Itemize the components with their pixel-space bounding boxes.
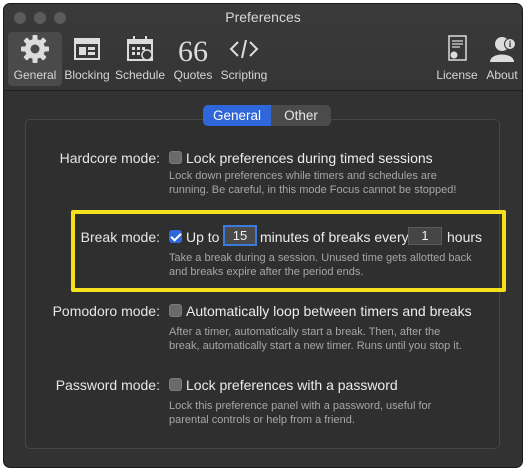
password-mode-description-line1: Lock this preference panel with a passwo… <box>169 400 432 412</box>
toolbar-label: About <box>486 68 518 82</box>
toolbar-general[interactable]: General <box>8 32 62 86</box>
toolbar-blocking[interactable]: Blocking <box>62 32 112 86</box>
toolbar-schedule[interactable]: Schedule <box>114 32 166 86</box>
user-info-icon: i <box>490 37 516 62</box>
title-bar: Preferences General Blocking Schedule 66… <box>4 4 522 91</box>
pomodoro-mode-checkbox[interactable] <box>169 304 182 317</box>
toolbar-label: Scripting <box>220 68 268 82</box>
preferences-window: Preferences General Blocking Schedule 66… <box>3 3 523 468</box>
tab-general[interactable]: General <box>203 105 271 126</box>
pomodoro-mode-text[interactable]: Automatically loop between timers and br… <box>186 303 472 319</box>
code-icon <box>229 39 259 59</box>
gear-icon <box>21 35 49 63</box>
tab-control: General Other <box>203 105 331 126</box>
toolbar-scripting[interactable]: Scripting <box>218 32 270 86</box>
toolbar-license[interactable]: License <box>434 32 480 86</box>
toolbar-label: Blocking <box>64 68 110 82</box>
tab-other[interactable]: Other <box>271 105 331 126</box>
svg-text:66: 66 <box>178 35 208 64</box>
break-mode-highlight <box>71 210 506 292</box>
quote-icon: 66 <box>178 35 208 64</box>
hardcore-mode-description-line1: Lock down preferences while timers and s… <box>169 170 437 182</box>
toolbar-label: License <box>436 68 478 82</box>
pomodoro-mode-description-line2: break, automatically start a new timer. … <box>169 340 462 352</box>
password-mode-description-line2: parental controls or help from a friend. <box>169 414 355 426</box>
window-icon <box>74 38 100 60</box>
toolbar-about[interactable]: i About <box>480 32 522 86</box>
hardcore-mode-checkbox[interactable] <box>169 151 182 164</box>
password-mode-checkbox[interactable] <box>169 378 182 391</box>
toolbar-label: General <box>13 68 57 82</box>
certificate-icon <box>448 35 467 61</box>
pomodoro-mode-description-line1: After a timer, automatically start a bre… <box>169 326 441 338</box>
password-mode-text[interactable]: Lock preferences with a password <box>186 377 398 393</box>
calendar-icon <box>127 36 153 61</box>
password-mode-label: Password mode: <box>55 377 160 393</box>
toolbar-quotes[interactable]: 66 Quotes <box>168 32 218 86</box>
pomodoro-mode-label: Pomodoro mode: <box>52 303 160 319</box>
hardcore-mode-description-line2: running. Be careful, in this mode Focus … <box>169 184 457 196</box>
hardcore-mode-text[interactable]: Lock preferences during timed sessions <box>186 150 433 166</box>
hardcore-mode-label: Hardcore mode: <box>59 150 160 166</box>
window-title: Preferences <box>225 9 301 25</box>
toolbar-label: Schedule <box>114 68 166 82</box>
toolbar-label: Quotes <box>173 68 213 82</box>
